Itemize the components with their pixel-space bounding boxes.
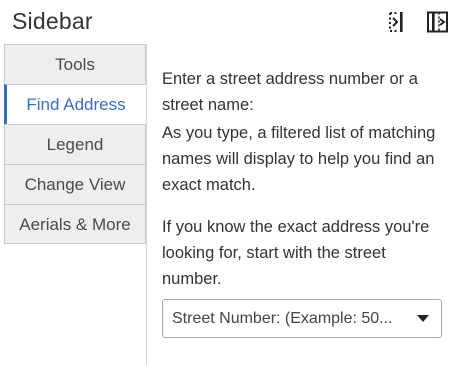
collapse-panel-icon [389,12,403,32]
tab-legend[interactable]: Legend [4,124,146,164]
chevron-down-icon [417,315,429,322]
sidebar-tab-list: Tools Find Address Legend Change View Ae… [4,44,147,365]
exact-address-help-text: If you know the exact address you're loo… [162,218,430,288]
street-number-select[interactable]: Street Number: (Example: 50... [162,299,442,338]
collapse-sidebar-button[interactable] [387,10,409,34]
dock-sidebar-button[interactable] [426,10,448,34]
tab-find-address[interactable]: Find Address [4,84,146,124]
tab-aerials-and-more[interactable]: Aerials & More [4,204,146,244]
dock-panel-icon [427,11,448,33]
sidebar-header: Sidebar [0,0,456,44]
filter-help-text: As you type, a filtered list of matching… [162,124,436,194]
address-instruction-text: Enter a street address number or a stree… [162,70,418,114]
sidebar-title: Sidebar [12,8,93,34]
street-number-select-value: Street Number: (Example: 50... [172,310,393,327]
find-address-panel: Enter a street address number or a stree… [162,66,447,292]
tab-change-view[interactable]: Change View [4,164,146,204]
tab-tools[interactable]: Tools [4,44,146,84]
